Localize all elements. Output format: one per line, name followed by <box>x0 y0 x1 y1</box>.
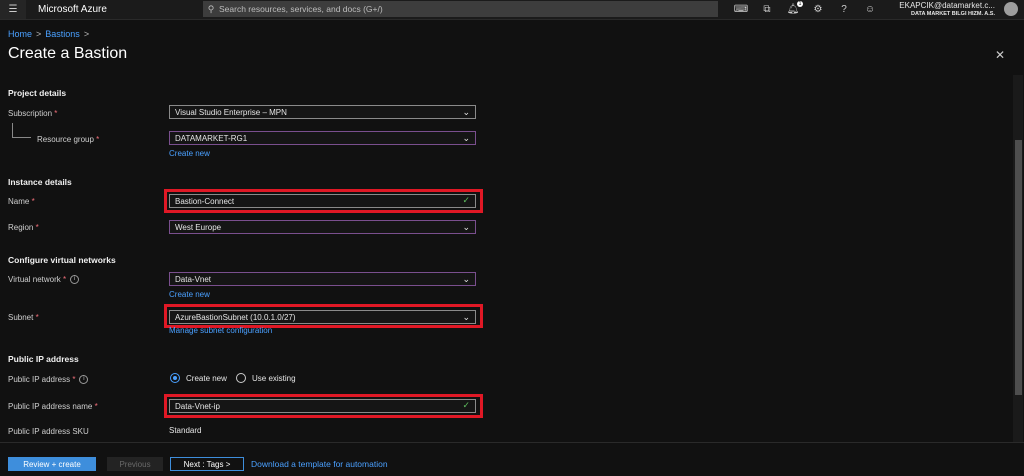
resource-group-value: DATAMARKET-RG1 <box>175 133 248 143</box>
brand-title[interactable]: Microsoft Azure <box>38 4 107 15</box>
chevron-down-icon: ⌄ <box>462 133 470 143</box>
user-email: EKAPCIK@datamarket.c... <box>899 1 995 10</box>
radio-use-existing-label[interactable]: Use existing <box>252 374 296 383</box>
previous-button[interactable]: Previous <box>107 457 163 471</box>
notification-badge: 1 <box>797 1 803 7</box>
user-org: DATA MARKET BILGI HIZM. A.S. <box>910 11 995 17</box>
close-icon[interactable]: ✕ <box>995 48 1005 62</box>
review-create-button[interactable]: Review + create <box>8 457 96 471</box>
directory-filter-icon[interactable]: ⧉ <box>759 2 775 17</box>
subscription-dropdown[interactable]: Visual Studio Enterprise – MPN ⌄ <box>169 105 476 119</box>
region-value: West Europe <box>175 222 222 232</box>
hamburger-icon[interactable]: ☰ <box>0 0 26 19</box>
radio-create-new-label[interactable]: Create new <box>186 374 227 383</box>
public-ip-name-label: Public IP address name * <box>8 402 98 411</box>
cloud-shell-icon[interactable]: ⌨ <box>733 2 749 17</box>
create-new-resource-group-link[interactable]: Create new <box>169 149 210 158</box>
chevron-down-icon: ⌄ <box>462 222 470 232</box>
section-project-details: Project details <box>8 88 67 98</box>
subscription-label: Subscription * <box>8 109 58 118</box>
search-icon: ⚲ <box>207 3 215 14</box>
virtual-network-label: Virtual network * i <box>8 275 80 285</box>
next-tags-button[interactable]: Next : Tags > <box>170 457 244 471</box>
highlight-box-public-ip-name <box>164 394 483 418</box>
section-instance-details: Instance details <box>8 177 72 187</box>
radio-create-new[interactable] <box>170 373 180 383</box>
public-ip-label: Public IP address * i <box>8 375 89 385</box>
search-placeholder: Search resources, services, and docs (G+… <box>219 4 383 14</box>
highlight-box-name <box>164 189 483 213</box>
download-template-link[interactable]: Download a template for automation <box>251 459 388 469</box>
breadcrumb-separator: > <box>36 29 42 39</box>
global-search[interactable]: ⚲ Search resources, services, and docs (… <box>203 1 718 17</box>
avatar[interactable] <box>1004 2 1018 16</box>
breadcrumb-separator: > <box>83 29 90 39</box>
name-label: Name * <box>8 197 35 206</box>
resource-group-label: Resource group * <box>37 135 100 144</box>
breadcrumb: Home > Bastions > <box>8 29 93 39</box>
feedback-smiley-icon[interactable]: ☺ <box>862 2 878 17</box>
section-public-ip-address: Public IP address <box>8 354 79 364</box>
chevron-down-icon: ⌄ <box>462 274 470 284</box>
section-configure-virtual-networks: Configure virtual networks <box>8 255 116 265</box>
public-ip-sku-value: Standard <box>169 426 202 435</box>
info-icon[interactable]: i <box>70 275 80 285</box>
virtual-network-dropdown[interactable]: Data-Vnet ⌄ <box>169 272 476 286</box>
subnet-label: Subnet * <box>8 313 39 322</box>
settings-gear-icon[interactable]: ⚙ <box>810 2 826 17</box>
tree-connector <box>12 123 31 138</box>
subscription-value: Visual Studio Enterprise – MPN <box>175 107 287 117</box>
chevron-down-icon: ⌄ <box>462 107 470 117</box>
scrollbar-thumb[interactable] <box>1015 140 1022 395</box>
highlight-box-subnet <box>164 304 483 328</box>
page-title: Create a Bastion <box>8 45 128 62</box>
virtual-network-value: Data-Vnet <box>175 274 212 284</box>
info-icon[interactable]: i <box>79 375 89 385</box>
breadcrumb-home[interactable]: Home <box>8 29 32 39</box>
resource-group-dropdown[interactable]: DATAMARKET-RG1 ⌄ <box>169 131 476 145</box>
radio-use-existing[interactable] <box>236 373 246 383</box>
public-ip-sku-label: Public IP address SKU <box>8 427 89 436</box>
help-icon[interactable]: ? <box>836 2 852 17</box>
top-bar: ☰ Microsoft Azure ⚲ Search resources, se… <box>0 0 1024 20</box>
breadcrumb-bastions[interactable]: Bastions <box>45 29 80 39</box>
account-info[interactable]: EKAPCIK@datamarket.c... DATA MARKET BILG… <box>899 1 995 17</box>
manage-subnet-configuration-link[interactable]: Manage subnet configuration <box>169 326 272 335</box>
create-new-vnet-link[interactable]: Create new <box>169 290 210 299</box>
region-label: Region * <box>8 223 39 232</box>
region-dropdown[interactable]: West Europe ⌄ <box>169 220 476 234</box>
